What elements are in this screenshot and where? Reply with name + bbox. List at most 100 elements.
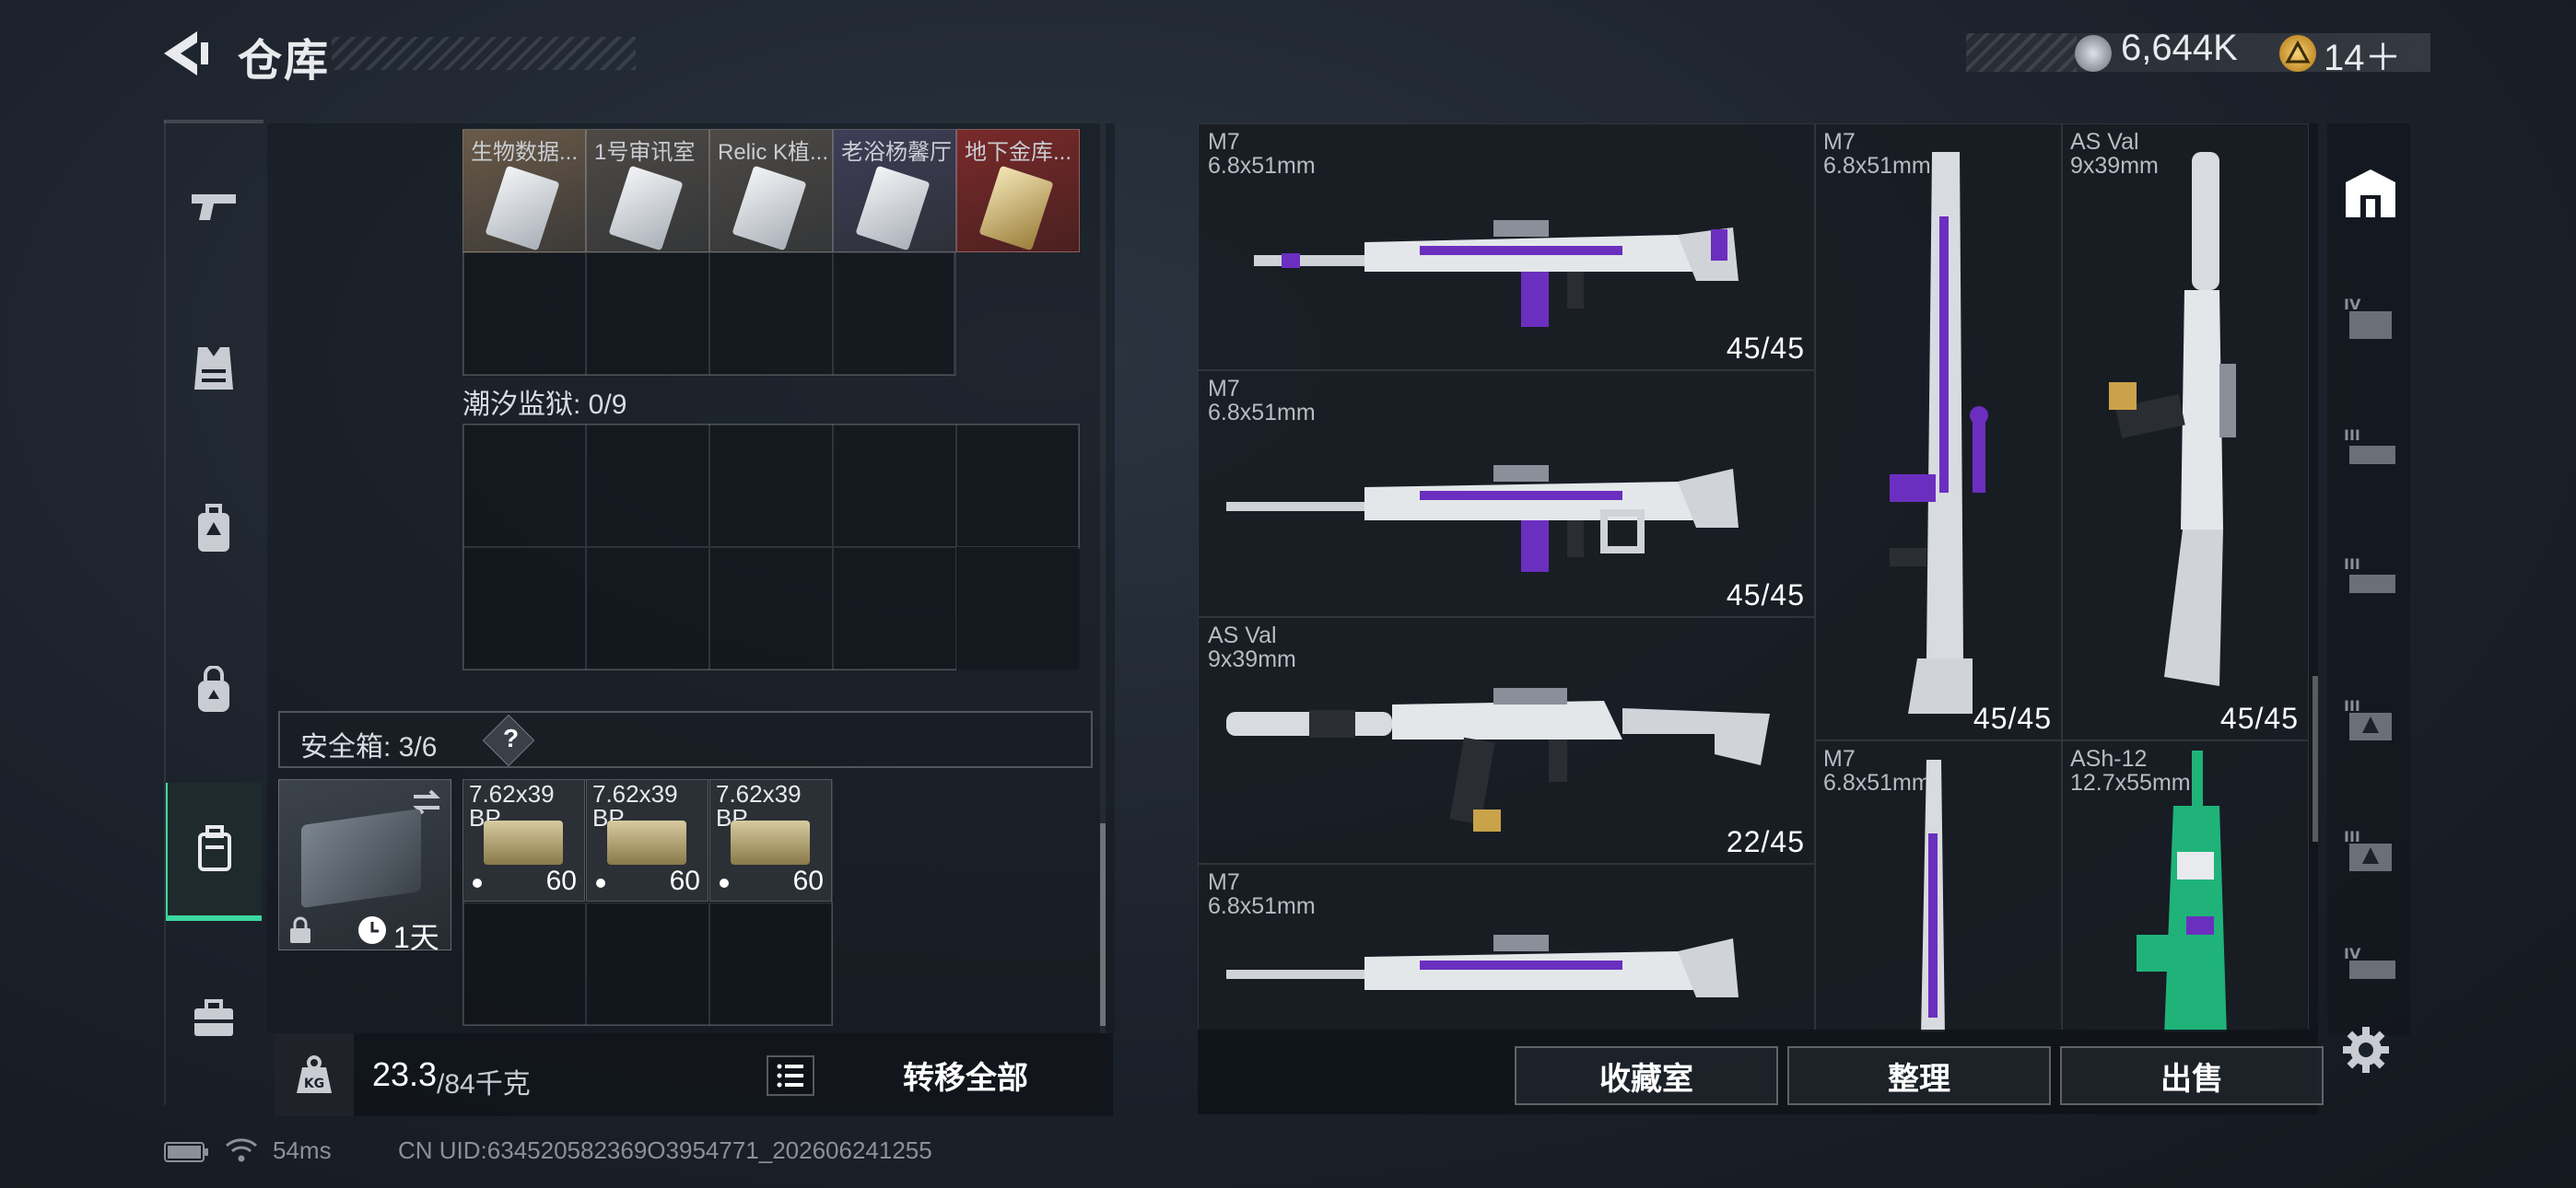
empty-slot[interactable] — [586, 547, 709, 670]
sell-button[interactable]: 出售 — [2060, 1046, 2324, 1105]
empty-slot[interactable] — [463, 903, 586, 1026]
empty-slot[interactable] — [709, 252, 833, 376]
keycard-item[interactable]: 生物数据... — [463, 129, 586, 252]
safebox-header: 安全箱: 3/6 ? — [278, 711, 1093, 768]
weapon-slot[interactable]: AS Val 9x39mm 45/45 — [2062, 123, 2309, 740]
weapon-slot[interactable]: M7 6.8x51mm 45/45 — [1198, 370, 1815, 617]
empty-slot[interactable] — [463, 424, 586, 547]
weapon-slot[interactable]: ASh-12 12.7x55mm — [2062, 740, 2309, 1031]
rail-item-armor[interactable] — [166, 460, 262, 599]
rail-top-divider — [164, 120, 263, 123]
keycard-item[interactable]: Relic K植... — [709, 129, 833, 252]
empty-slot[interactable] — [833, 424, 956, 547]
empty-slot[interactable] — [709, 547, 833, 670]
weapon-tier-icon: IV — [2344, 296, 2392, 339]
ammo-item[interactable]: 7.62x39 BP 60 — [709, 779, 832, 902]
safebox-icon — [198, 825, 231, 871]
rifle-m7-image — [1226, 465, 1739, 572]
tab-tier-filter[interactable]: IV — [2331, 919, 2410, 1011]
weapon-slot[interactable]: M7 6.8x51mm — [1198, 864, 1815, 1031]
weapon-ammo-count: 45/45 — [1973, 702, 2052, 735]
ammo-dot-icon — [596, 879, 605, 888]
weight-value: 23.3 — [372, 1055, 438, 1093]
weight-icon: KG — [297, 1055, 332, 1093]
empty-slot[interactable] — [833, 547, 956, 670]
ammo-item[interactable]: 7.62x39 BP 60 — [586, 779, 708, 902]
warehouse-icon — [2346, 169, 2395, 217]
weapon-ammo-count: 45/45 — [1726, 578, 1805, 611]
tab-tier-filter[interactable]: III — [2331, 525, 2410, 635]
back-button[interactable] — [157, 26, 221, 81]
empty-slot[interactable] — [709, 424, 833, 547]
keycard-item[interactable]: 1号审讯室 — [586, 129, 709, 252]
weapon-slot[interactable]: M7 6.8x51mm — [1815, 740, 2062, 1031]
keycard-item[interactable]: 老浴杨馨厅 — [833, 129, 956, 252]
keycard-name: 1号审讯室 — [594, 140, 696, 165]
rail-item-weapons[interactable] — [166, 138, 262, 276]
empty-slot[interactable] — [463, 547, 586, 670]
rail-item-toolbox[interactable] — [166, 949, 262, 1087]
rifle-m7-image — [1226, 935, 1739, 997]
empty-slot[interactable] — [709, 903, 833, 1026]
weapon-tier-icon: IV — [2344, 945, 2395, 979]
keycard-item[interactable]: 地下金库... — [956, 129, 1080, 252]
tab-tier-filter[interactable]: III — [2331, 667, 2410, 777]
ammo-count: 60 — [545, 866, 577, 896]
weapon-slot[interactable]: AS Val 9x39mm 22/45 — [1198, 617, 1815, 864]
weight-max: /84千克 — [437, 1069, 531, 1100]
svg-text:KG: KG — [304, 1077, 324, 1091]
gold-currency-value[interactable]: 14＋ — [2324, 28, 2402, 81]
help-icon-glyph: ? — [503, 724, 520, 752]
storage-scrollbar-track[interactable] — [1100, 123, 1106, 1033]
rail-item-bag[interactable] — [166, 622, 262, 760]
tier-label: IV — [2344, 945, 2361, 962]
settings-button[interactable] — [2340, 1024, 2392, 1076]
tab-all[interactable] — [2331, 138, 2410, 249]
tier-label: III — [2344, 828, 2360, 845]
organize-button[interactable]: 整理 — [1787, 1046, 2051, 1105]
rail-item-vest[interactable] — [166, 299, 262, 437]
transfer-all-button[interactable]: 转移全部 — [827, 1033, 1104, 1116]
weapon-panel: M7 6.8x51mm 45/45 M7 6.8x51mm 45/45 AS V… — [1198, 123, 2318, 1031]
weapon-name: M7 — [1208, 869, 1240, 895]
tab-tier-filter[interactable]: III — [2331, 396, 2410, 507]
tab-tier-filter[interactable]: IV — [2331, 265, 2410, 376]
weapon-ammo-count: 45/45 — [1726, 332, 1805, 365]
rifle-asval-image — [1226, 688, 1770, 832]
ammo-item[interactable]: 7.62x39 BP 60 — [463, 779, 585, 902]
storage-scrollbar-thumb[interactable] — [1100, 823, 1106, 1026]
weapon-name: M7 — [1208, 376, 1240, 402]
empty-slot[interactable] — [956, 424, 1080, 547]
weapon-slot[interactable]: M7 6.8x51mm 45/45 — [1815, 123, 2062, 740]
list-view-button[interactable] — [767, 1055, 814, 1096]
gold-coin-icon — [2279, 35, 2316, 72]
rail-item-safebox[interactable] — [166, 783, 262, 921]
clock-icon — [358, 916, 386, 944]
safebox-item[interactable]: 1天 — [278, 779, 451, 954]
empty-slot[interactable] — [833, 252, 956, 376]
list-icon — [777, 1064, 803, 1088]
weapon-name: M7 — [1208, 129, 1240, 155]
rifle-asval-vertical-image — [2109, 152, 2236, 686]
empty-slot[interactable] — [586, 252, 709, 376]
empty-slot[interactable] — [586, 903, 709, 1026]
user-uid: CN UID:634520582369O3954771_202606241255 — [398, 1136, 932, 1164]
prison-container-label: 潮汐监狱: 0/9 — [463, 390, 627, 420]
weapon-scrollbar-thumb[interactable] — [2313, 676, 2318, 842]
ammo-count: 60 — [792, 866, 824, 896]
wifi-icon — [226, 1138, 257, 1162]
currency-bar-stripe — [1966, 33, 2077, 72]
weapon-slot[interactable]: M7 6.8x51mm 45/45 — [1198, 123, 1815, 370]
tab-tier-filter[interactable]: III — [2331, 798, 2410, 908]
safebox-label: 安全箱: 3/6 — [300, 732, 438, 763]
bag-icon — [198, 666, 229, 712]
weapon-ammo-count: 22/45 — [1726, 825, 1805, 858]
keycard-image — [485, 165, 560, 251]
safebox-timer: 1天 — [393, 921, 439, 954]
collection-room-button[interactable]: 收藏室 — [1515, 1046, 1778, 1105]
empty-slot[interactable] — [463, 252, 586, 376]
battery-icon — [164, 1142, 208, 1162]
weapon-tier-icon: III — [2344, 555, 2395, 593]
empty-slot[interactable] — [586, 424, 709, 547]
ammo-box-image — [607, 821, 686, 865]
